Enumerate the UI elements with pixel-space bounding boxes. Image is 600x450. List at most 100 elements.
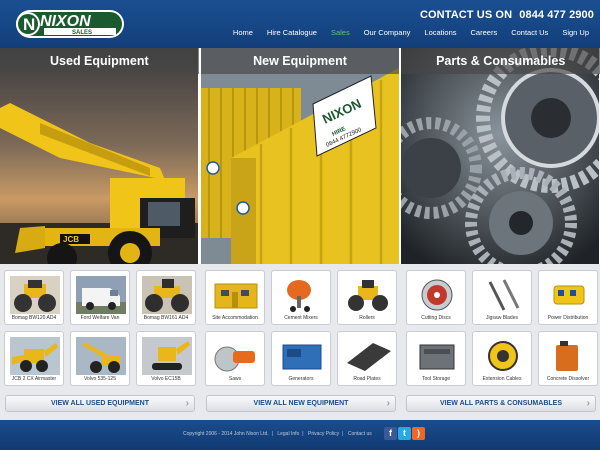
- phone-number: 0844 477 2900: [519, 9, 594, 21]
- chevron-right-icon: ›: [386, 398, 390, 409]
- extension-cable-icon: [478, 337, 528, 375]
- jigsaw-blade-icon: [478, 276, 528, 314]
- footer-link-contact[interactable]: Contact us: [348, 431, 372, 437]
- telehandler-icon: [76, 337, 126, 375]
- nixon-sales-logo[interactable]: N NIXON SALES: [14, 6, 126, 42]
- concrete-dissolver-icon: [544, 337, 594, 375]
- tile-generators[interactable]: Generators: [271, 331, 331, 386]
- excavator-icon: [142, 337, 192, 375]
- tile-concrete-dissolver[interactable]: Concrete Dissolver: [538, 331, 598, 386]
- tile-road-plates[interactable]: Road Plates: [337, 331, 397, 386]
- nav-sign-up[interactable]: Sign Up: [555, 28, 596, 37]
- panel-used-equipment[interactable]: Used Equipment JCB: [0, 48, 199, 264]
- tile-label: Saws: [228, 376, 242, 382]
- view-all-parts-button[interactable]: VIEW ALL PARTS & CONSUMABLES ›: [406, 395, 596, 412]
- footer-link-privacy[interactable]: Privacy Policy: [308, 431, 339, 437]
- tile-rollers[interactable]: Rollers: [337, 270, 397, 325]
- svg-text:SALES: SALES: [72, 30, 92, 36]
- twitter-icon[interactable]: t: [398, 427, 411, 440]
- tool-storage-icon: [412, 337, 462, 375]
- tile-label: Cement Mixers: [284, 315, 318, 321]
- tile-label: Bomag BW120 AD4: [11, 315, 57, 321]
- chevron-right-icon: ›: [586, 398, 590, 409]
- power-distribution-icon: [544, 276, 594, 314]
- backhoe-icon: [10, 337, 60, 375]
- saw-icon: [211, 337, 261, 375]
- nav-hire-catalogue[interactable]: Hire Catalogue: [260, 28, 324, 37]
- tile-jcb-2cx[interactable]: JCB 2 CX Airmaster: [4, 331, 64, 386]
- contact-label: CONTACT US ON: [419, 9, 513, 21]
- button-label: VIEW ALL NEW EQUIPMENT: [253, 400, 349, 407]
- tile-label: Ford Welfare Van: [80, 315, 120, 321]
- tile-bomag-bw120[interactable]: Bomag BW120 AD4: [4, 270, 64, 325]
- copyright-text: Copyright 2006 - 2014 John Nixon Ltd.: [183, 431, 269, 437]
- road-plate-icon: [343, 337, 393, 375]
- tile-label: Generators: [288, 376, 314, 382]
- chevron-right-icon: ›: [185, 398, 189, 409]
- nav-contact-us[interactable]: Contact Us: [504, 28, 555, 37]
- cutting-disc-icon: [412, 276, 462, 314]
- nav-home[interactable]: Home: [226, 28, 260, 37]
- telehandler-photo: JCB: [0, 48, 198, 264]
- panel-new-equipment[interactable]: New Equipment NIXON HIRE 0844 4772900: [200, 48, 400, 264]
- tile-site-accommodation[interactable]: Site Accommodation: [205, 270, 265, 325]
- tile-label: Site Accommodation: [212, 315, 258, 321]
- button-label: VIEW ALL PARTS & CONSUMABLES: [440, 400, 562, 407]
- panel-title: Used Equipment: [0, 48, 199, 74]
- footer-links: Copyright 2006 - 2014 John Nixon Ltd. | L…: [183, 431, 372, 437]
- tile-saws[interactable]: Saws: [205, 331, 265, 386]
- site-footer: Copyright 2006 - 2014 John Nixon Ltd. | L…: [0, 420, 600, 450]
- nav-careers[interactable]: Careers: [464, 28, 505, 37]
- container-photo: NIXON HIRE 0844 4772900: [200, 48, 399, 264]
- svg-text:N: N: [23, 15, 35, 34]
- contact-phone: CONTACT US ON 0844 477 2900: [416, 9, 594, 21]
- nav-sales[interactable]: Sales: [324, 28, 357, 37]
- van-icon: [76, 276, 126, 314]
- tile-label: Tool Storage: [421, 376, 451, 382]
- view-all-used-button[interactable]: VIEW ALL USED EQUIPMENT ›: [5, 395, 195, 412]
- roller-icon: [343, 276, 393, 314]
- footer-link-legal[interactable]: Legal Info: [277, 431, 299, 437]
- site-header: N NIXON SALES CONTACT US ON 0844 477 290…: [0, 0, 600, 48]
- tile-ford-welfare-van[interactable]: Ford Welfare Van: [70, 270, 130, 325]
- tile-label: Bomag BW161 AD4: [143, 315, 189, 321]
- nav-our-company[interactable]: Our Company: [357, 28, 418, 37]
- svg-text:NIXON: NIXON: [40, 13, 91, 30]
- roller-icon: [10, 276, 60, 314]
- tile-label: Volvo 535-125: [84, 376, 116, 382]
- tile-volvo-ec15b[interactable]: Volvo EC15B: [136, 331, 196, 386]
- svg-text:JCB: JCB: [63, 235, 79, 244]
- roller-icon: [142, 276, 192, 314]
- tile-bomag-bw161[interactable]: Bomag BW161 AD4: [136, 270, 196, 325]
- tile-extension-cables[interactable]: Extension Cables: [472, 331, 532, 386]
- panel-title: New Equipment: [200, 48, 400, 74]
- tile-label: Jigsaw Blades: [486, 315, 518, 321]
- tile-tool-storage[interactable]: Tool Storage: [406, 331, 466, 386]
- tile-cement-mixers[interactable]: Cement Mixers: [271, 270, 331, 325]
- tile-cutting-discs[interactable]: Cutting Discs: [406, 270, 466, 325]
- gears-photo: [401, 48, 600, 264]
- tile-label: Road Plates: [353, 376, 381, 382]
- nav-locations[interactable]: Locations: [417, 28, 463, 37]
- cabin-icon: [211, 276, 261, 314]
- category-panels: Used Equipment JCB New Equipment NIXON H…: [0, 48, 600, 264]
- main-nav: Home Hire Catalogue Sales Our Company Locati…: [226, 28, 596, 37]
- generator-icon: [277, 337, 327, 375]
- cement-mixer-icon: [277, 276, 327, 314]
- tile-label: Cutting Discs: [421, 315, 451, 321]
- tile-label: Volvo EC15B: [151, 376, 181, 382]
- view-all-new-button[interactable]: VIEW ALL NEW EQUIPMENT ›: [206, 395, 396, 412]
- tile-volvo-535[interactable]: Volvo 535-125: [70, 331, 130, 386]
- tile-label: Power Distribution: [547, 315, 589, 321]
- rss-icon[interactable]: ): [412, 427, 425, 440]
- tile-label: Concrete Dissolver: [546, 376, 590, 382]
- tile-label: JCB 2 CX Airmaster: [11, 376, 57, 382]
- tile-label: Extension Cables: [482, 376, 522, 382]
- tile-jigsaw-blades[interactable]: Jigsaw Blades: [472, 270, 532, 325]
- panel-parts-consumables[interactable]: Parts & Consumables: [401, 48, 600, 264]
- tile-label: Rollers: [359, 315, 375, 321]
- tile-power-distribution[interactable]: Power Distribution: [538, 270, 598, 325]
- facebook-icon[interactable]: f: [384, 427, 397, 440]
- button-label: VIEW ALL USED EQUIPMENT: [50, 400, 149, 407]
- panel-title: Parts & Consumables: [401, 48, 600, 74]
